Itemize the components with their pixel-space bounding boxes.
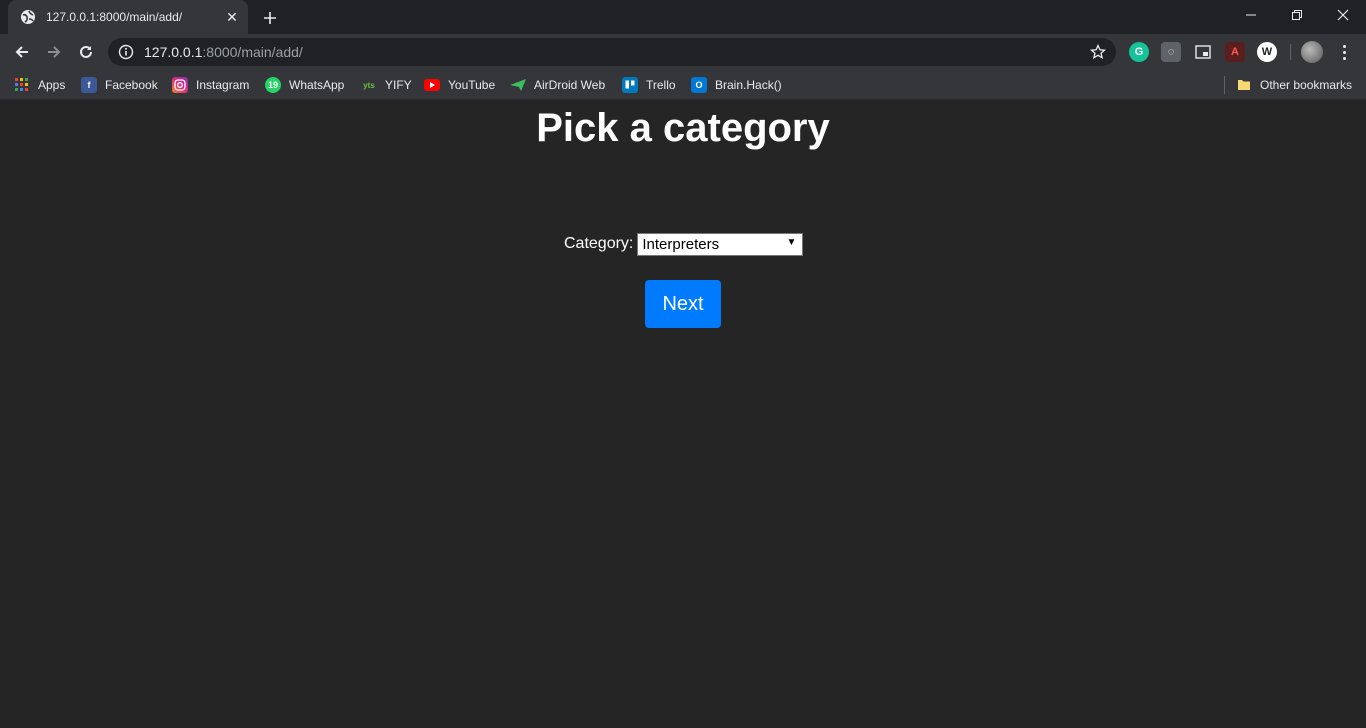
bookmark-label: AirDroid Web (534, 78, 606, 92)
instagram-icon (172, 77, 188, 93)
forward-arrow-icon (48, 46, 61, 58)
bookmark-trello[interactable]: Trello (622, 76, 676, 94)
toolbar-divider (1290, 44, 1291, 60)
menu-kebab-icon[interactable] (1334, 42, 1354, 62)
plus-icon (264, 12, 276, 24)
bookmark-brainhack[interactable]: O Brain.Hack() (691, 76, 782, 94)
lightbulb-icon[interactable]: ◌ (1161, 42, 1181, 62)
restore-button[interactable] (1274, 0, 1320, 30)
other-bookmarks-folder[interactable]: Other bookmarks (1236, 76, 1352, 94)
bookmark-label: YIFY (385, 78, 412, 92)
youtube-icon (424, 77, 440, 93)
close-window-button[interactable] (1320, 0, 1366, 30)
reload-icon (80, 45, 92, 58)
tab-strip: 127.0.0.1:8000/main/add/ ✕ (0, 0, 1366, 34)
whatsapp-icon: 19 (265, 77, 281, 93)
facebook-icon: f (81, 77, 97, 93)
category-select[interactable]: Interpreters ▼ (637, 232, 804, 256)
dropdown-arrow-icon: ▼ (786, 236, 797, 248)
page-title: Pick a category (536, 106, 830, 150)
address-bar[interactable]: 127.0.0.1:8000/main/add/ (108, 38, 1116, 66)
bookmark-facebook[interactable]: f Facebook (81, 76, 158, 94)
bookmarks-bar: Apps f Facebook Instagram 19 WhatsApp yt… (0, 70, 1366, 100)
bookmark-label: Apps (38, 78, 66, 92)
bookmark-apps[interactable]: Apps (14, 76, 65, 94)
minimize-button[interactable] (1228, 0, 1274, 30)
bookmark-label: Instagram (196, 78, 250, 92)
reload-button[interactable] (72, 38, 100, 66)
minimize-icon (1246, 14, 1256, 16)
forward-button[interactable] (40, 38, 68, 66)
bookmark-label: Brain.Hack() (715, 78, 782, 92)
tab-title: 127.0.0.1:8000/main/add/ (46, 10, 183, 24)
pdf-icon[interactable]: A (1225, 42, 1245, 62)
bookmark-whatsapp[interactable]: 19 WhatsApp (265, 76, 344, 94)
new-tab-button[interactable] (258, 6, 282, 30)
bookmark-label: WhatsApp (289, 78, 345, 92)
restore-icon (1292, 10, 1302, 20)
airdroid-icon (510, 77, 526, 93)
globe-icon (20, 9, 36, 25)
bookmark-instagram[interactable]: Instagram (172, 76, 249, 94)
url-host: 127.0.0.1 (144, 44, 203, 60)
other-bookmarks-label: Other bookmarks (1260, 78, 1353, 92)
next-button[interactable]: Next (645, 280, 721, 328)
category-form-row: Category: Interpreters ▼ (564, 232, 804, 256)
bookmark-label: Facebook (105, 78, 158, 92)
outlook-icon: O (691, 77, 707, 93)
close-tab-icon[interactable]: ✕ (222, 7, 242, 27)
info-icon[interactable] (118, 44, 134, 60)
browser-toolbar: 127.0.0.1:8000/main/add/ G ◌ A W (0, 34, 1366, 70)
close-icon (1337, 9, 1349, 21)
bookmark-youtube[interactable]: YouTube (424, 76, 495, 94)
picture-in-picture-icon[interactable] (1193, 42, 1213, 62)
bookmark-star-icon[interactable] (1088, 42, 1108, 62)
w-extension-icon[interactable]: W (1257, 42, 1277, 62)
bookmarks-divider (1224, 76, 1225, 94)
url-path: :8000/main/add/ (202, 44, 303, 60)
category-selected-value: Interpreters (642, 235, 720, 253)
bookmark-label: YouTube (448, 78, 496, 92)
active-tab[interactable]: 127.0.0.1:8000/main/add/ ✕ (8, 0, 248, 34)
bookmark-label: Trello (646, 78, 676, 92)
folder-icon (1236, 77, 1252, 93)
bookmark-airdroid[interactable]: AirDroid Web (510, 76, 605, 94)
yify-icon: yts (363, 80, 375, 90)
category-label: Category: (564, 235, 634, 252)
bookmark-yify[interactable]: yts YIFY (361, 76, 412, 94)
apps-grid-icon (14, 77, 30, 93)
trello-icon (622, 77, 638, 93)
back-arrow-icon (15, 46, 28, 58)
grammarly-icon[interactable]: G (1129, 42, 1149, 62)
back-button[interactable] (8, 38, 36, 66)
profile-avatar[interactable] (1301, 41, 1323, 63)
url-text: 127.0.0.1:8000/main/add/ (144, 44, 303, 60)
